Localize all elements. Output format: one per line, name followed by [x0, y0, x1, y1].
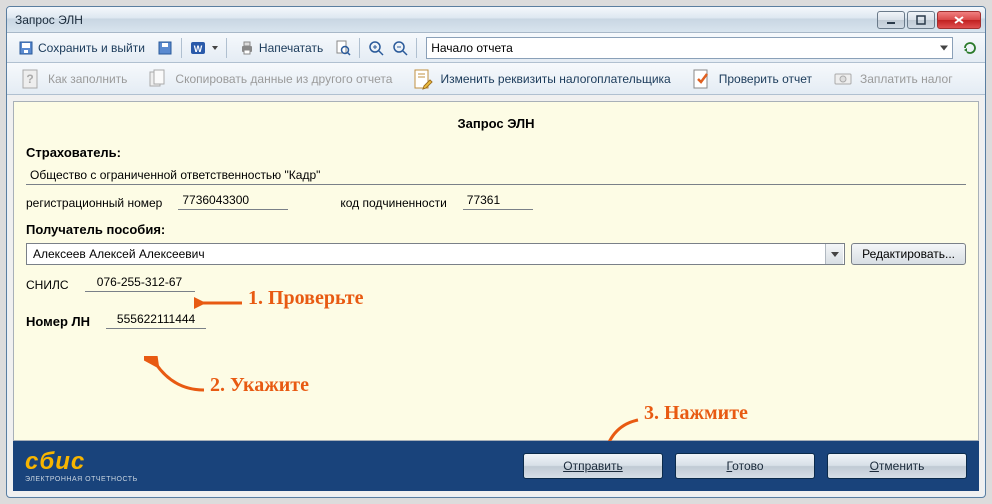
chevron-down-icon [212, 46, 218, 50]
edit-recipient-button[interactable]: Редактировать... [851, 243, 966, 265]
ln-number-field[interactable] [106, 310, 206, 329]
recipient-value: Алексеев Алексей Алексеевич [33, 247, 205, 261]
pay-tax-label: Заплатить налог [860, 72, 953, 86]
diskette-icon [157, 40, 173, 56]
window-title: Запрос ЭЛН [15, 13, 875, 27]
form-area: Запрос ЭЛН Страхователь: регистрационный… [13, 101, 979, 441]
snils-label: СНИЛС [26, 278, 69, 292]
close-button[interactable] [937, 11, 981, 29]
reg-label: регистрационный номер [26, 196, 162, 210]
check-report-label: Проверить отчет [719, 72, 812, 86]
annotation-3: 3. Нажмите [644, 402, 748, 425]
titlebar[interactable]: Запрос ЭЛН [7, 7, 985, 33]
section-combo[interactable]: Начало отчета [426, 37, 953, 59]
svg-text:W: W [194, 44, 203, 54]
insurer-name-field[interactable] [26, 166, 966, 185]
save-exit-button[interactable]: Сохранить и выйти [11, 36, 152, 60]
chevron-down-icon[interactable] [825, 244, 843, 264]
insurer-label: Страхователь: [26, 145, 966, 160]
logo-subtext: ЭЛЕКТРОННАЯ ОТЧЕТНОСТЬ [25, 476, 138, 483]
help-icon: ? [20, 68, 42, 90]
printer-icon [239, 40, 255, 56]
arrow-2 [144, 356, 214, 396]
print-preview-button[interactable] [332, 36, 354, 60]
print-label: Напечатать [259, 41, 323, 55]
money-icon [832, 68, 854, 90]
copy-data-label: Скопировать данные из другого отчета [175, 72, 392, 86]
section-combo-value: Начало отчета [431, 41, 513, 55]
footer-bar: сбис ЭЛЕКТРОННАЯ ОТЧЕТНОСТЬ Отправить Го… [13, 441, 979, 491]
subcode-field[interactable] [463, 191, 533, 210]
change-requisites-button[interactable]: Изменить реквизиты налогоплательщика [403, 66, 679, 92]
edit-doc-icon [412, 68, 434, 90]
save-icon [18, 40, 34, 56]
recipient-label: Получатель пособия: [26, 222, 966, 237]
refresh-icon [962, 40, 978, 56]
logo: сбис ЭЛЕКТРОННАЯ ОТЧЕТНОСТЬ [25, 450, 138, 483]
check-report-button[interactable]: Проверить отчет [682, 66, 821, 92]
send-button[interactable]: Отправить [523, 453, 663, 479]
svg-text:?: ? [26, 72, 33, 86]
snils-field[interactable] [85, 273, 195, 292]
footer-buttons: Отправить Готово Отменить [523, 453, 967, 479]
copy-icon [147, 68, 169, 90]
save-exit-label: Сохранить и выйти [38, 41, 145, 55]
print-button[interactable]: Напечатать [232, 36, 330, 60]
app-window: Запрос ЭЛН Сохранить и выйти [6, 6, 986, 498]
ready-button[interactable]: Готово [675, 453, 815, 479]
arrow-1 [194, 296, 244, 310]
zoom-in-button[interactable] [365, 36, 387, 60]
check-icon [691, 68, 713, 90]
refresh-button[interactable] [959, 36, 981, 60]
main-toolbar: Сохранить и выйти W Напечатать [7, 33, 985, 63]
change-requisites-label: Изменить реквизиты налогоплательщика [440, 72, 670, 86]
logo-text: сбис [25, 450, 138, 474]
zoom-out-icon [392, 40, 408, 56]
subcode-label: код подчиненности [340, 196, 446, 210]
word-icon: W [190, 40, 206, 56]
how-fill-label: Как заполнить [48, 72, 127, 86]
annotation-2: 2. Укажите [210, 374, 309, 397]
window-buttons [875, 11, 981, 29]
word-export-button[interactable]: W [187, 36, 221, 60]
zoom-out-button[interactable] [389, 36, 411, 60]
form-title: Запрос ЭЛН [26, 116, 966, 131]
cancel-button[interactable]: Отменить [827, 453, 967, 479]
reg-number-field[interactable] [178, 191, 288, 210]
pay-tax-button[interactable]: Заплатить налог [823, 66, 962, 92]
zoom-in-icon [368, 40, 384, 56]
save-button[interactable] [154, 36, 176, 60]
maximize-button[interactable] [907, 11, 935, 29]
recipient-combo[interactable]: Алексеев Алексей Алексеевич [26, 243, 845, 265]
ln-label: Номер ЛН [26, 314, 90, 329]
copy-data-button[interactable]: Скопировать данные из другого отчета [138, 66, 401, 92]
actions-toolbar: ? Как заполнить Скопировать данные из др… [7, 63, 985, 95]
minimize-button[interactable] [877, 11, 905, 29]
page-magnify-icon [335, 40, 351, 56]
how-fill-button[interactable]: ? Как заполнить [11, 66, 136, 92]
